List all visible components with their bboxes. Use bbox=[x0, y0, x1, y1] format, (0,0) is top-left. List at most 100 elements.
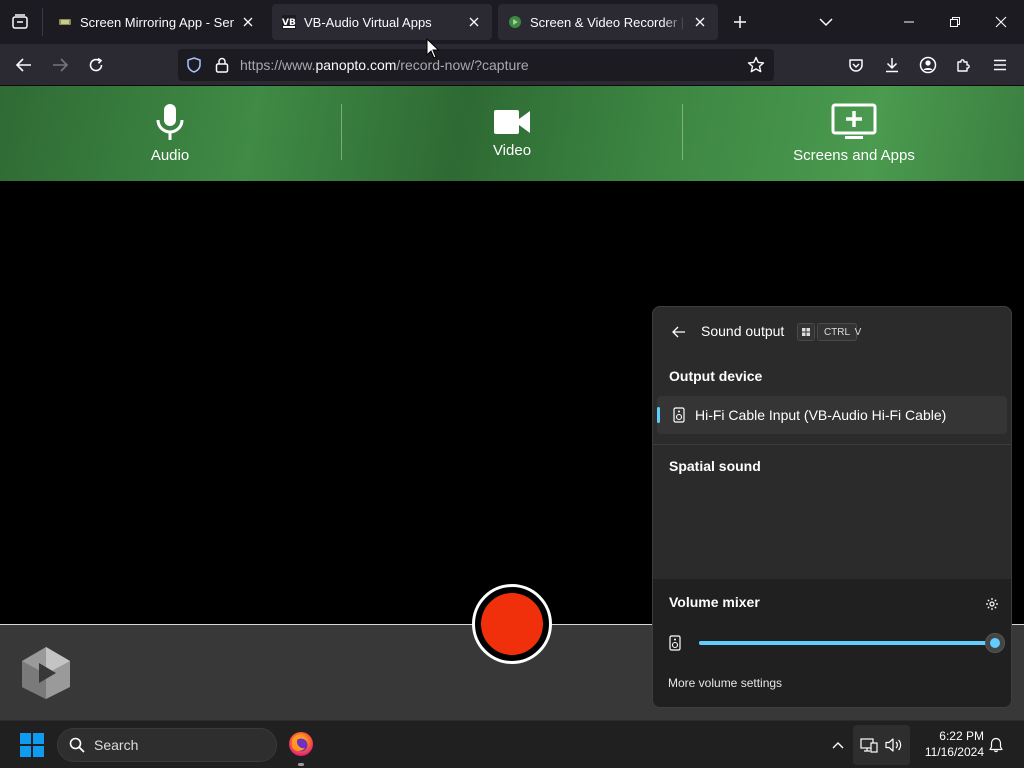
capture-divider bbox=[341, 104, 342, 160]
video-label: Video bbox=[492, 142, 532, 159]
notifications-button[interactable] bbox=[986, 735, 1006, 755]
sound-output-flyout: Sound output CTRL V Output device Hi-Fi … bbox=[652, 306, 1012, 708]
back-button[interactable] bbox=[8, 49, 40, 81]
downloads-button[interactable] bbox=[876, 49, 908, 81]
chevron-down-icon bbox=[819, 18, 833, 27]
address-bar[interactable]: https://www.panopto.com/record-now/?capt… bbox=[178, 49, 774, 81]
reload-button[interactable] bbox=[80, 49, 112, 81]
windows-taskbar: Search 6:22 PM 11/16/2024 bbox=[0, 720, 1024, 768]
firefox-view-button[interactable] bbox=[0, 2, 40, 42]
volume-icon bbox=[885, 738, 901, 752]
tab-separator bbox=[42, 8, 43, 36]
browser-tab-strip: Screen Mirroring App - Sender VB VB-Audi… bbox=[0, 0, 1024, 44]
mixer-settings-button[interactable] bbox=[983, 595, 1001, 613]
flyout-title: Sound output bbox=[701, 323, 785, 339]
download-icon bbox=[886, 58, 898, 73]
close-icon bbox=[695, 17, 705, 27]
selected-indicator bbox=[657, 407, 660, 423]
hamburger-menu-icon bbox=[994, 59, 1006, 71]
tracking-protection-button[interactable] bbox=[180, 57, 208, 73]
close-window-button[interactable] bbox=[978, 0, 1024, 44]
v-key-hint: V bbox=[854, 326, 862, 338]
url-text: https://www.panopto.com/record-now/?capt… bbox=[240, 57, 529, 73]
clock-date: 11/16/2024 bbox=[924, 745, 984, 759]
search-icon bbox=[68, 737, 86, 753]
new-tab-button[interactable] bbox=[728, 10, 752, 34]
speaker-icon bbox=[671, 407, 687, 423]
vb-audio-favicon-icon: VB bbox=[282, 15, 296, 29]
speaker-icon bbox=[669, 635, 681, 656]
lock-icon bbox=[215, 57, 229, 73]
close-icon bbox=[469, 17, 479, 27]
windows-key-hint bbox=[797, 323, 815, 341]
network-icon bbox=[860, 738, 878, 753]
show-hidden-icons-button[interactable] bbox=[828, 735, 848, 755]
app-menu-button[interactable] bbox=[984, 49, 1016, 81]
account-button[interactable] bbox=[912, 49, 944, 81]
audio-source-button[interactable]: Audio bbox=[120, 86, 220, 181]
flyout-back-button[interactable] bbox=[667, 320, 691, 344]
url-host: panopto.com bbox=[315, 57, 397, 73]
more-volume-settings-link[interactable]: More volume settings bbox=[668, 676, 782, 690]
microphone-icon bbox=[156, 104, 184, 140]
record-button[interactable] bbox=[472, 584, 552, 664]
bookmark-button[interactable] bbox=[744, 53, 768, 77]
record-dot bbox=[481, 593, 543, 655]
taskbar-clock[interactable]: 6:22 PM 11/16/2024 bbox=[914, 728, 984, 760]
url-prefix: https://www. bbox=[240, 57, 316, 73]
navigation-toolbar: https://www.panopto.com/record-now/?capt… bbox=[0, 44, 1024, 86]
gear-icon bbox=[986, 598, 998, 610]
puzzle-icon bbox=[957, 59, 970, 72]
minimize-icon bbox=[904, 21, 914, 23]
arrow-left-icon bbox=[16, 58, 31, 72]
clock-time: 6:22 PM bbox=[939, 729, 984, 743]
spatial-sound-heading: Spatial sound bbox=[669, 458, 761, 474]
close-tab-button[interactable] bbox=[466, 14, 482, 30]
video-camera-icon bbox=[494, 110, 530, 134]
account-icon bbox=[919, 56, 937, 74]
star-icon bbox=[747, 56, 765, 73]
panopto-favicon-icon bbox=[509, 16, 521, 28]
close-icon bbox=[995, 16, 1007, 28]
pocket-icon bbox=[849, 59, 863, 72]
close-tab-button[interactable] bbox=[692, 14, 708, 30]
list-all-tabs-button[interactable] bbox=[814, 10, 838, 34]
tab-manager-icon bbox=[12, 14, 28, 29]
start-button[interactable] bbox=[20, 733, 44, 757]
capture-divider bbox=[682, 104, 683, 160]
reload-icon bbox=[89, 57, 103, 72]
screens-source-button[interactable]: Screens and Apps bbox=[774, 86, 934, 181]
volume-slider[interactable] bbox=[699, 633, 1005, 653]
screen-add-icon bbox=[831, 103, 877, 139]
arrow-right-icon bbox=[53, 58, 68, 72]
output-device-item[interactable]: Hi-Fi Cable Input (VB-Audio Hi-Fi Cable) bbox=[657, 396, 1007, 434]
firefox-taskbar-icon[interactable] bbox=[288, 731, 314, 757]
video-source-button[interactable]: Video bbox=[462, 86, 562, 181]
forward-button[interactable] bbox=[44, 49, 76, 81]
screen-mirroring-favicon-icon bbox=[59, 19, 71, 25]
tab-title: Screen & Video Recorder | Panopto bbox=[530, 14, 686, 30]
url-path: /record-now/?capture bbox=[396, 57, 529, 73]
audio-label: Audio bbox=[150, 147, 190, 164]
screens-label: Screens and Apps bbox=[793, 147, 915, 164]
chevron-up-icon bbox=[832, 742, 844, 749]
volume-mixer-heading: Volume mixer bbox=[669, 594, 760, 610]
extensions-button[interactable] bbox=[948, 49, 980, 81]
mouse-cursor-icon bbox=[426, 38, 440, 59]
taskbar-search-box[interactable]: Search bbox=[57, 728, 277, 762]
volume-slider-thumb[interactable] bbox=[985, 633, 1005, 653]
tab-panopto[interactable]: Screen & Video Recorder | Panopto bbox=[498, 4, 718, 40]
site-info-button[interactable] bbox=[208, 57, 236, 73]
pocket-button[interactable] bbox=[840, 49, 872, 81]
device-name: Hi-Fi Cable Input (VB-Audio Hi-Fi Cable) bbox=[695, 407, 947, 423]
tab-title: Screen Mirroring App - Sender bbox=[80, 14, 234, 30]
tab-screen-mirroring[interactable]: Screen Mirroring App - Sender bbox=[48, 4, 266, 40]
bell-icon bbox=[989, 737, 1003, 753]
tab-vb-audio[interactable]: VB VB-Audio Virtual Apps bbox=[272, 4, 492, 40]
quick-settings-button[interactable] bbox=[853, 725, 910, 765]
tab-title: VB-Audio Virtual Apps bbox=[304, 14, 432, 30]
restore-button[interactable] bbox=[932, 0, 978, 44]
close-tab-button[interactable] bbox=[240, 14, 256, 30]
capture-source-bar: Audio Video Screens and Apps bbox=[0, 86, 1024, 181]
minimize-button[interactable] bbox=[886, 0, 932, 44]
